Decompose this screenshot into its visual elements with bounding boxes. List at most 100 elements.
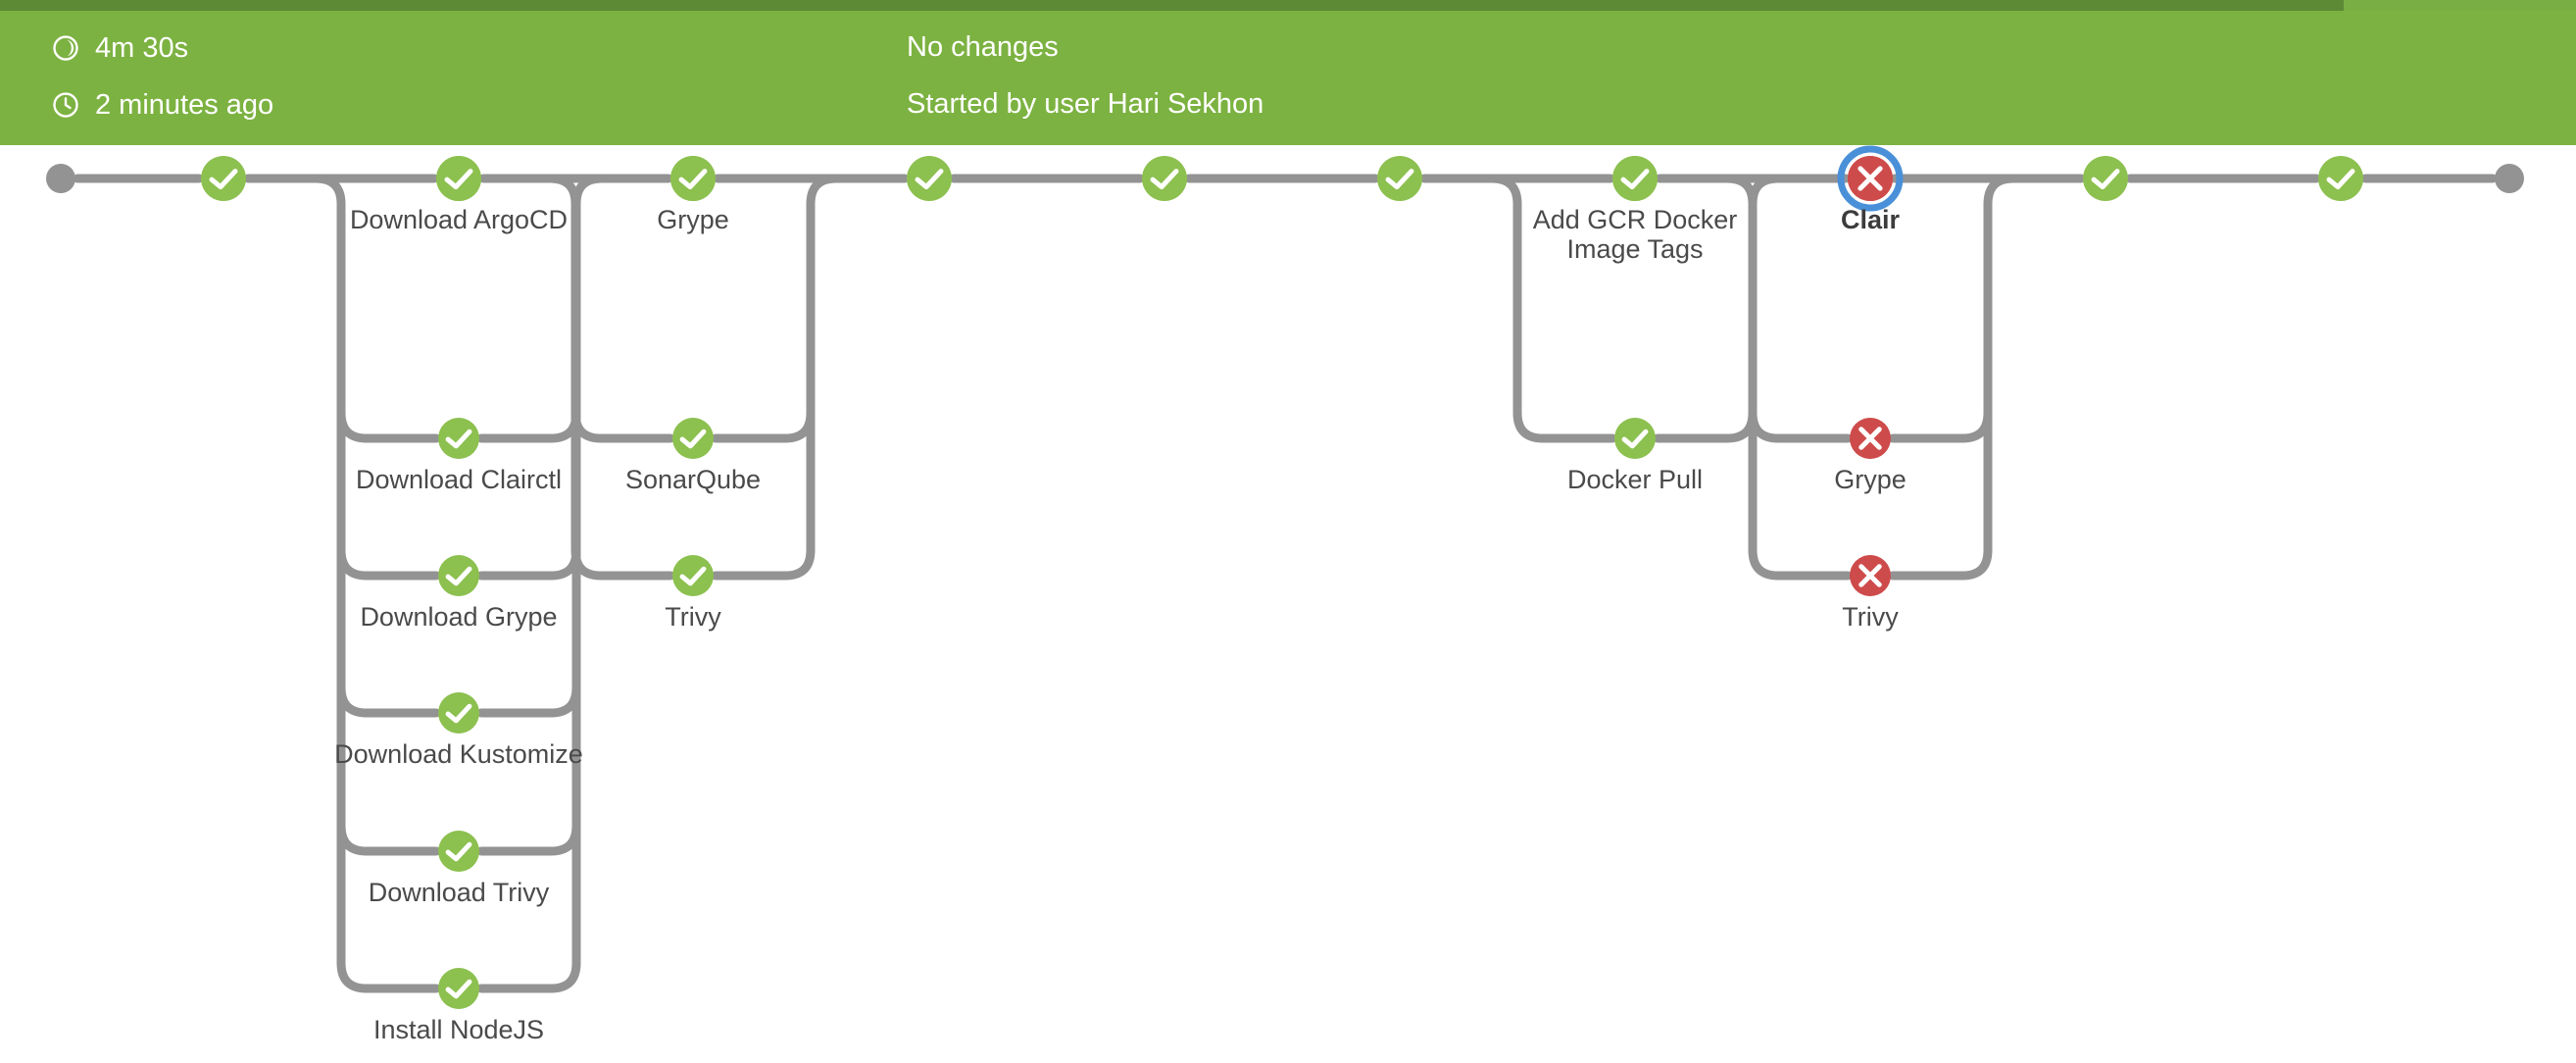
label-line: Image Tags [1566,234,1703,264]
branch-edge-out [476,199,581,443]
label-line: Trivy [1842,602,1899,632]
branch-edge-in [570,199,675,443]
run-summary-grid: 4m 30s 2 minutes ago No changes Started … [0,11,2576,145]
pipeline-stage-node-setup[interactable] [201,156,246,201]
pipeline-step-label-sonarqube: SonarQube [625,465,761,494]
branch-corner-in [1722,174,1758,209]
pipeline-step-node-install-nodejs[interactable] [438,968,479,1009]
branch-edge-in [336,199,441,443]
pipeline-step-node-download-argocd[interactable] [436,156,481,201]
pipeline-step-label-download-clairctl: Download Clairctl [356,465,562,494]
success-node-icon [438,968,479,1009]
label-line: Download Trivy [369,878,550,907]
branch-edge-in [570,199,675,581]
branch-edge-out [711,199,816,443]
pipeline-step-node-grype[interactable] [1850,418,1891,459]
label-line: Trivy [665,602,721,632]
pipeline-step-label-trivy: Trivy [665,602,721,632]
branch-corner-in [1487,174,1522,209]
pipeline-stage-node-wait-for-cloudbuild-gcr[interactable] [1377,156,1422,201]
pipeline-step-node-add-gcr-docker-image-tags[interactable] [1612,156,1658,201]
terminal-dot-icon [2495,164,2524,193]
run-duration: 4m 30s [51,33,188,63]
branch-edge-in [1748,199,1853,443]
pipeline-step-label-trivy: Trivy [1842,602,1899,632]
run-changes: No changes [907,33,1059,62]
branch-edge-in [336,199,441,581]
label-line: Add GCR Docker [1533,205,1738,234]
pipeline-step-label-install-nodejs: Install NodeJS [373,1015,544,1044]
success-node-icon [438,555,479,596]
pipeline-graph: StartSetupDownloadsCode ScanningGCP Auth… [0,145,2576,1063]
pipeline-step-node-download-grype[interactable] [438,555,479,596]
run-result-header: 4m 30s 2 minutes ago No changes Started … [0,0,2576,145]
pipeline-page: 4m 30s 2 minutes ago No changes Started … [0,0,2576,1063]
run-time-ago-text: 2 minutes ago [95,88,274,121]
pipeline-graph-svg: StartSetupDownloadsCode ScanningGCP Auth… [46,145,2524,1044]
branch-edge-in [1748,199,1853,581]
run-duration-text: 4m 30s [95,31,189,64]
success-node-icon [438,418,479,459]
pipeline-labels: StartSetupDownloadsCode ScanningGCP Auth… [334,205,1907,1044]
pipeline-step-node-trivy[interactable] [672,555,714,596]
branch-edge-out [476,199,581,581]
success-node-icon [2318,156,2363,201]
branch-corner-in [311,174,346,209]
pipeline-stage-node-argocd-deploy[interactable] [2083,156,2128,201]
run-progress-fill [0,0,2345,11]
label-line: Download Kustomize [334,739,583,769]
run-time-ago: 2 minutes ago [51,90,273,120]
pipeline-step-label-grype: Grype [1834,465,1907,494]
run-cause: Started by user Hari Sekhon [907,90,1263,119]
success-node-icon [1377,156,1422,201]
label-line: Grype [1834,465,1907,494]
branch-corner-out [571,174,607,209]
success-node-icon [2083,156,2128,201]
branch-edge-out [1888,199,1993,581]
pipeline-step-label-grype: Grype [657,205,729,234]
branch-edge-out [476,199,581,718]
branch-edge-out [711,199,816,581]
pipeline-stage-node-end[interactable] [2495,164,2524,193]
clock-icon [53,92,78,118]
label-line: Download ArgoCD [350,205,568,234]
pipeline-step-node-download-clairctl[interactable] [438,418,479,459]
pipeline-step-node-trivy[interactable] [1850,555,1891,596]
pipeline-step-node-download-kustomize[interactable] [438,692,479,734]
branch-edge-out [1888,199,1993,443]
label-line: Download Grype [360,602,557,632]
success-node-icon [672,418,714,459]
success-node-icon [672,555,714,596]
branch-edge-in [336,199,441,718]
pipeline-step-label-download-trivy: Download Trivy [369,878,550,907]
branch-corner-in [545,174,580,209]
success-node-icon [438,831,479,872]
run-progress-bar [0,0,2576,11]
pipeline-step-label-clair: Clair [1841,205,1901,234]
label-line: Install NodeJS [373,1015,544,1044]
label-line: Docker Pull [1567,465,1703,494]
run-changes-text: No changes [907,31,1059,63]
terminal-dot-icon [46,164,75,193]
branch-corner-out [806,174,841,209]
success-node-icon [670,156,716,201]
branch-corner-out [1983,174,2018,209]
stopwatch-icon [53,35,78,61]
success-node-icon [436,156,481,201]
pipeline-step-node-clair[interactable] [1837,145,1904,212]
pipeline-step-node-grype[interactable] [670,156,716,201]
pipeline-stage-node-start[interactable] [46,164,75,193]
pipeline-stage-node-gcp-auth[interactable] [907,156,952,201]
label-line: Download Clairctl [356,465,562,494]
pipeline-step-label-download-kustomize: Download Kustomize [334,739,583,769]
pipeline-step-node-sonarqube[interactable] [672,418,714,459]
label-line: SonarQube [625,465,761,494]
success-node-icon [1142,156,1187,201]
pipeline-step-node-download-trivy[interactable] [438,831,479,872]
pipeline-step-label-add-gcr-docker-image-tags: Add GCR Docker Image Tags [1533,205,1738,264]
success-node-icon [907,156,952,201]
pipeline-step-node-docker-pull[interactable] [1614,418,1656,459]
label-line: Grype [657,205,729,234]
pipeline-stage-node-cloudflare-cache-purge[interactable] [2318,156,2363,201]
pipeline-stage-node-gcp-docker-auth[interactable] [1142,156,1187,201]
